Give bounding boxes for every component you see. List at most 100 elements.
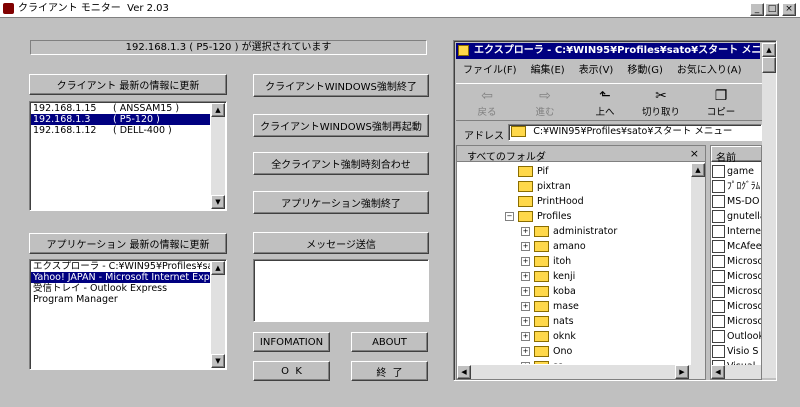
refresh-clients-button[interactable]: クライアント 最新の情報に更新 [29, 74, 227, 95]
minimize-button[interactable]: _ [750, 3, 764, 16]
expand-icon[interactable]: + [521, 287, 530, 296]
tree-item[interactable]: + sa [457, 359, 689, 364]
tree-horizontal-scrollbar[interactable]: ◀ ▶ [457, 365, 705, 379]
file-icon [712, 315, 725, 328]
scissors-icon: ✂ [655, 87, 667, 104]
tree-item[interactable]: + koba [457, 284, 689, 299]
folder-icon [534, 331, 549, 342]
client-list-scrollbar[interactable]: ▲ ▼ [211, 103, 225, 209]
client-list-item[interactable]: 192.168.1.15 ( ANSSAM15 ) [31, 103, 210, 114]
explorer-menu-item[interactable]: 表示(V) [572, 63, 621, 79]
file-list-item[interactable]: Microso [712, 299, 761, 314]
expand-icon[interactable]: + [521, 362, 530, 364]
explorer-menu-item[interactable]: 移動(G) [620, 63, 670, 79]
toolbar-button-scissors[interactable]: ✂ 切り取り [636, 85, 686, 120]
scroll-left-button[interactable]: ◀ [457, 365, 471, 379]
file-list-item[interactable]: Microso [712, 314, 761, 329]
expand-icon[interactable]: + [521, 272, 530, 281]
close-button[interactable]: × [782, 3, 796, 16]
file-list-item[interactable]: Microso [712, 254, 761, 269]
file-icon [712, 165, 725, 178]
expand-icon[interactable]: + [521, 227, 530, 236]
about-button[interactable]: ABOUT [351, 332, 428, 352]
file-list[interactable]: game ﾌﾟﾛｸﾞﾗﾑ MS-DO gnutella Internet McAfee Mi… [712, 164, 761, 374]
scroll-down-button[interactable]: ▼ [211, 195, 225, 209]
client-list-item[interactable]: 192.168.1.3 ( P5-120 ) [31, 114, 210, 125]
tree-item[interactable]: pixtran [457, 179, 689, 194]
expand-icon[interactable]: + [521, 347, 530, 356]
refresh-apps-button[interactable]: アプリケーション 最新の情報に更新 [29, 233, 227, 254]
folders-pane: すべてのフォルダ × Pif pixtran PrintHood − Profiles +… [456, 145, 706, 380]
application-list-item[interactable]: 受信トレイ - Outlook Express [31, 283, 210, 294]
files-horizontal-scrollbar[interactable]: ◀ [711, 365, 761, 379]
file-list-item[interactable]: Visio S [712, 344, 761, 359]
client-list-item[interactable]: 192.168.1.12 ( DELL-400 ) [31, 125, 210, 136]
tree-item[interactable]: + administrator [457, 224, 689, 239]
explorer-menu-item[interactable]: ファイル(F) [456, 63, 524, 79]
file-list-item[interactable]: Outlook [712, 329, 761, 344]
expand-icon[interactable]: + [521, 302, 530, 311]
force-shutdown-button[interactable]: クライアントWINDOWS強制終了 [253, 74, 429, 97]
ok-button[interactable]: O K [253, 361, 330, 381]
scroll-up-button[interactable]: ▲ [762, 43, 776, 57]
preview-vertical-scrollbar[interactable]: ▲ [762, 43, 776, 378]
collapse-icon[interactable]: − [505, 212, 514, 221]
sync-time-button[interactable]: 全クライアント強制時刻合わせ [253, 152, 429, 175]
tree-item[interactable]: Pif [457, 164, 689, 179]
scroll-right-button[interactable]: ▶ [675, 365, 689, 379]
toolbar-button-up-folder[interactable]: ⬑ 上へ [580, 85, 630, 120]
application-list-item[interactable]: エクスプローラ - C:¥WIN95¥Profiles¥sato¥スタート メニ… [31, 261, 210, 272]
expand-icon[interactable]: + [521, 242, 530, 251]
client-list[interactable]: 192.168.1.15 ( ANSSAM15 ) 192.168.1.3 ( P5-… [29, 101, 227, 211]
explorer-menu-item[interactable]: 編集(E) [524, 63, 572, 79]
scroll-up-button[interactable]: ▲ [691, 163, 705, 177]
folder-tree[interactable]: Pif pixtran PrintHood − Profiles + administrat… [457, 164, 689, 364]
address-input[interactable]: C:¥WIN95¥Profiles¥sato¥スタート メニュー [508, 124, 762, 141]
file-list-item[interactable]: MS-DO [712, 194, 761, 209]
tree-item[interactable]: + nats [457, 314, 689, 329]
file-list-item[interactable]: Microso [712, 269, 761, 284]
application-list-scrollbar[interactable]: ▲ ▼ [211, 261, 225, 368]
toolbar-button-forward-arrow[interactable]: ⇨ 進む [520, 85, 570, 120]
file-list-item[interactable]: Microso [712, 284, 761, 299]
message-input[interactable] [253, 259, 429, 322]
file-list-item[interactable]: McAfee [712, 239, 761, 254]
application-list-item[interactable]: Yahoo! JAPAN - Microsoft Internet Explor… [31, 272, 210, 283]
information-button[interactable]: INFOMATION [253, 332, 330, 352]
expand-icon[interactable]: + [521, 317, 530, 326]
tree-item[interactable]: + oknk [457, 329, 689, 344]
scroll-thumb[interactable] [762, 57, 776, 73]
folders-close-icon[interactable]: × [690, 147, 699, 160]
application-list[interactable]: エクスプローラ - C:¥WIN95¥Profiles¥sato¥スタート メニ… [29, 259, 227, 370]
tree-item[interactable]: PrintHood [457, 194, 689, 209]
file-list-item[interactable]: gnutella [712, 209, 761, 224]
tree-item[interactable]: + mase [457, 299, 689, 314]
file-list-item[interactable]: game [712, 164, 761, 179]
toolbar-button-back-arrow[interactable]: ⇦ 戻る [462, 85, 512, 120]
toolbar-button-copy[interactable]: ❐ コピー [696, 85, 746, 120]
scroll-up-button[interactable]: ▲ [211, 103, 225, 117]
force-app-close-button[interactable]: アプリケーション強制終了 [253, 191, 429, 214]
exit-button[interactable]: 終 了 [351, 361, 428, 381]
application-list-item[interactable]: Program Manager [31, 294, 210, 305]
expand-icon[interactable]: + [521, 257, 530, 266]
tree-item[interactable]: + itoh [457, 254, 689, 269]
scroll-down-button[interactable]: ▼ [211, 354, 225, 368]
file-list-item[interactable]: ﾌﾟﾛｸﾞﾗﾑ [712, 179, 761, 194]
file-list-item[interactable]: Internet [712, 224, 761, 239]
force-restart-button[interactable]: クライアントWINDOWS強制再起動 [253, 114, 429, 137]
tree-item[interactable]: + kenji [457, 269, 689, 284]
tree-vertical-scrollbar[interactable]: ▲ [691, 163, 705, 365]
expand-icon[interactable]: + [521, 332, 530, 341]
scroll-up-button[interactable]: ▲ [211, 261, 225, 275]
back-arrow-icon: ⇦ [481, 87, 493, 104]
maximize-button[interactable]: □ [765, 3, 779, 16]
tree-item[interactable]: + amano [457, 239, 689, 254]
tree-item[interactable]: − Profiles [457, 209, 689, 224]
name-column-header[interactable]: 名前 [711, 146, 761, 164]
scroll-left-button[interactable]: ◀ [711, 365, 725, 379]
application-rows: エクスプローラ - C:¥WIN95¥Profiles¥sato¥スタート メニ… [31, 261, 210, 305]
tree-item[interactable]: + Ono [457, 344, 689, 359]
explorer-menu-item[interactable]: お気に入り(A) [670, 63, 749, 79]
send-message-button[interactable]: メッセージ送信 [253, 232, 429, 254]
